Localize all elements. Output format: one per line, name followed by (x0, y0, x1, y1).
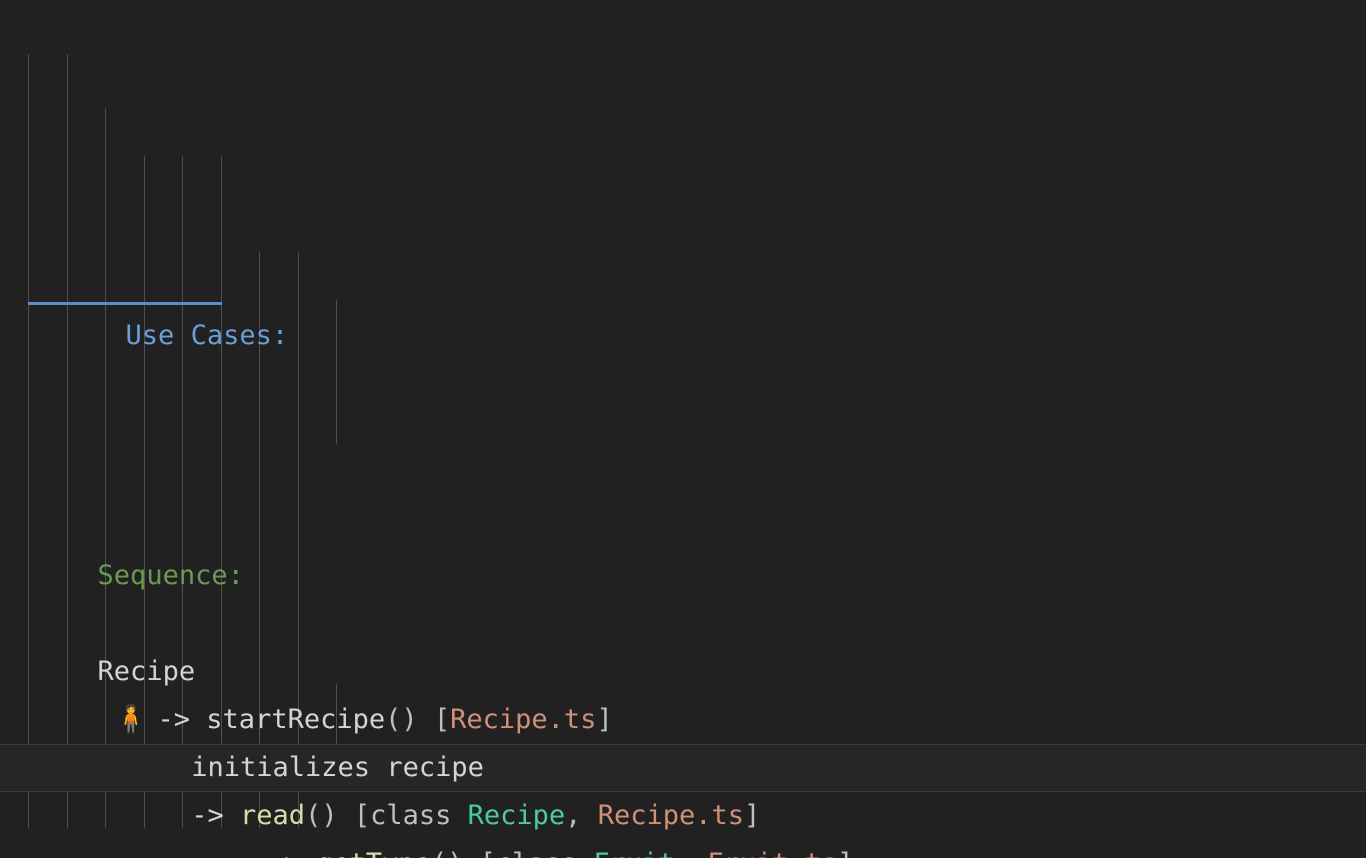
sequence-keyword: Sequence: (97, 560, 244, 591)
token-arrow: -> (191, 800, 224, 831)
token-file: Recipe.ts (450, 704, 597, 735)
sequence-name: Recipe (97, 656, 196, 687)
token-dim: () (305, 800, 338, 831)
token-arrow: -> (157, 704, 191, 735)
token-class: Recipe (467, 800, 566, 831)
token-dim: ] (837, 848, 853, 858)
line-get-type[interactable]: -> getType() [class Fruit, Fruit.ts] (0, 840, 1366, 858)
token-dim: [class (337, 800, 468, 831)
sequence-lines: 🧍 -> startRecipe() [Recipe.ts] initialize… (0, 696, 1366, 858)
token-dim: () (431, 848, 464, 858)
use-cases-header[interactable]: Use Cases: (126, 320, 289, 351)
token-dim: ] (744, 800, 761, 831)
token-dim: ] (596, 704, 613, 735)
code-viewport: (top line cut off by viewport) Use Cases… (0, 0, 1366, 858)
line-start-recipe[interactable]: 🧍 -> startRecipe() [Recipe.ts] (0, 696, 1366, 744)
line-initializes-recipe[interactable]: initializes recipe (0, 744, 1366, 792)
token-class: Fruit (593, 848, 674, 858)
clipped-top-line: (top line cut off by viewport) (0, 108, 1366, 120)
token-method: getType (317, 848, 431, 858)
token-file: Recipe.ts (597, 800, 744, 831)
actor-person-icon: 🧍 (114, 704, 148, 735)
token-dim: [ (417, 704, 451, 735)
token-dim: () (385, 704, 418, 735)
use-cases-header-line: Use Cases: (0, 264, 1366, 351)
use-cases-underline (28, 302, 222, 305)
token-dim: , (565, 800, 598, 831)
token-method: read (240, 800, 306, 831)
code-content: (top line cut off by viewport) Use Cases… (0, 0, 1366, 858)
token-plain: initializes recipe (191, 752, 484, 783)
token-dim: , (675, 848, 708, 858)
token-dim: [class (463, 848, 593, 858)
token-plain: startRecipe (206, 704, 386, 735)
token-file: Fruit.ts (707, 848, 837, 858)
sequence-line: Sequence: Recipe (0, 456, 1366, 687)
token-arrow: -> (268, 848, 301, 858)
line-read[interactable]: -> read() [class Recipe, Recipe.ts] (0, 792, 1366, 840)
